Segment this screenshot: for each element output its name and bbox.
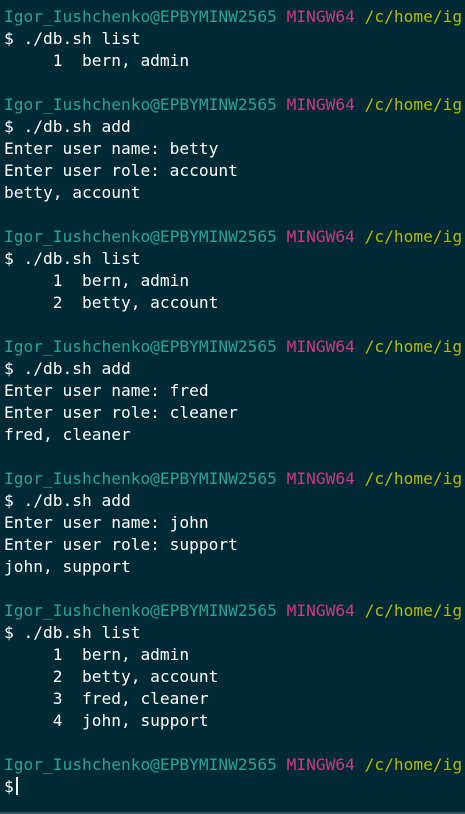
prompt-line: Igor_Iushchenko@EPBYMINW2565 MINGW64 /c/… — [4, 336, 465, 358]
command-text: ./db.sh list — [23, 623, 141, 642]
prompt-environment: MINGW64 — [286, 601, 355, 620]
prompt-symbol: $ — [4, 249, 14, 268]
command-text: ./db.sh list — [23, 29, 141, 48]
output-line: 1 bern, admin — [4, 271, 190, 290]
prompt-line: Igor_Iushchenko@EPBYMINW2565 MINGW64 /c/… — [4, 226, 465, 248]
prompt-line: Igor_Iushchenko@EPBYMINW2565 MINGW64 /c/… — [4, 754, 465, 776]
prompt-symbol: $ — [4, 777, 14, 796]
command-line: $ ./db.sh add — [4, 358, 465, 380]
command-line: $ ./db.sh add — [4, 116, 465, 138]
output-line: Enter user name: betty — [4, 139, 219, 158]
prompt-line: Igor_Iushchenko@EPBYMINW2565 MINGW64 /c/… — [4, 468, 465, 490]
prompt-path: /c/home/ig — [364, 95, 463, 114]
output-line: john, support — [4, 557, 131, 576]
prompt-symbol: $ — [4, 117, 14, 136]
output-line: Enter user role: account — [4, 161, 238, 180]
prompt-path: /c/home/ig — [364, 227, 463, 246]
output-line: Enter user name: fred — [4, 381, 209, 400]
command-line: $ ./db.sh list — [4, 28, 465, 50]
output-line: 2 betty, account — [4, 667, 219, 686]
prompt-user-host: Igor_Iushchenko@EPBYMINW2565 — [4, 7, 277, 26]
prompt-symbol: $ — [4, 359, 14, 378]
output-line: Enter user name: john — [4, 513, 209, 532]
prompt-environment: MINGW64 — [286, 7, 355, 26]
prompt-symbol: $ — [4, 623, 14, 642]
prompt-environment: MINGW64 — [286, 755, 355, 774]
command-line: $ ./db.sh list — [4, 622, 465, 644]
command-text: ./db.sh list — [23, 249, 141, 268]
prompt-user-host: Igor_Iushchenko@EPBYMINW2565 — [4, 227, 277, 246]
prompt-path: /c/home/ig — [364, 469, 463, 488]
prompt-line: Igor_Iushchenko@EPBYMINW2565 MINGW64 /c/… — [4, 6, 465, 28]
command-line: $ ./db.sh add — [4, 490, 465, 512]
prompt-symbol: $ — [4, 491, 14, 510]
output-line: 1 bern, admin — [4, 51, 190, 70]
output-line: 4 john, support — [4, 711, 209, 730]
prompt-symbol: $ — [4, 29, 14, 48]
output-line: 3 fred, cleaner — [4, 689, 209, 708]
prompt-environment: MINGW64 — [286, 95, 355, 114]
prompt-environment: MINGW64 — [286, 337, 355, 356]
output-line: betty, account — [4, 183, 141, 202]
command-text: ./db.sh add — [23, 359, 131, 378]
current-command-line[interactable]: $ — [4, 776, 465, 798]
command-line: $ ./db.sh list — [4, 248, 465, 270]
prompt-environment: MINGW64 — [286, 227, 355, 246]
prompt-line: Igor_Iushchenko@EPBYMINW2565 MINGW64 /c/… — [4, 600, 465, 622]
output-line: Enter user role: support — [4, 535, 238, 554]
output-line: Enter user role: cleaner — [4, 403, 238, 422]
prompt-line: Igor_Iushchenko@EPBYMINW2565 MINGW64 /c/… — [4, 94, 465, 116]
text-cursor — [15, 777, 18, 795]
prompt-environment: MINGW64 — [286, 469, 355, 488]
prompt-user-host: Igor_Iushchenko@EPBYMINW2565 — [4, 601, 277, 620]
prompt-user-host: Igor_Iushchenko@EPBYMINW2565 — [4, 755, 277, 774]
output-line: 2 betty, account — [4, 293, 219, 312]
prompt-user-host: Igor_Iushchenko@EPBYMINW2565 — [4, 95, 277, 114]
prompt-user-host: Igor_Iushchenko@EPBYMINW2565 — [4, 337, 277, 356]
prompt-path: /c/home/ig — [364, 337, 463, 356]
output-line: 1 bern, admin — [4, 645, 190, 664]
prompt-path: /c/home/ig — [364, 755, 463, 774]
prompt-user-host: Igor_Iushchenko@EPBYMINW2565 — [4, 469, 277, 488]
command-text: ./db.sh add — [23, 117, 131, 136]
prompt-path: /c/home/ig — [364, 7, 463, 26]
terminal-window[interactable]: Igor_Iushchenko@EPBYMINW2565 MINGW64 /c/… — [0, 0, 465, 814]
output-line: fred, cleaner — [4, 425, 131, 444]
command-text: ./db.sh add — [23, 491, 131, 510]
prompt-path: /c/home/ig — [364, 601, 463, 620]
